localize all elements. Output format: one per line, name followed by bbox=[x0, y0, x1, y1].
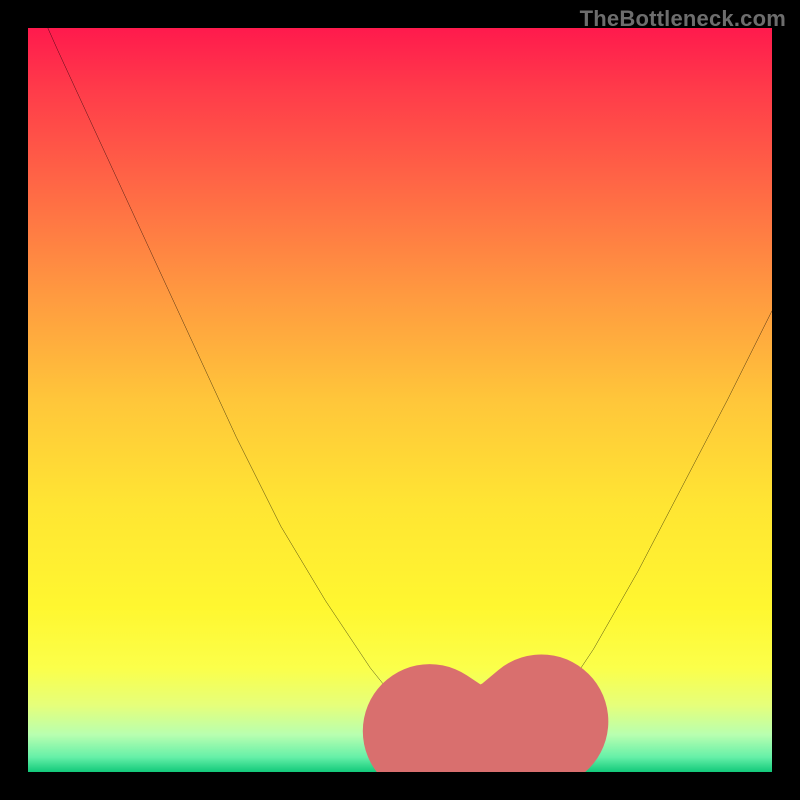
marker-path bbox=[430, 721, 542, 753]
plot-area bbox=[28, 28, 772, 772]
highlight-markers bbox=[28, 28, 772, 772]
outer-frame: TheBottleneck.com bbox=[0, 0, 800, 800]
